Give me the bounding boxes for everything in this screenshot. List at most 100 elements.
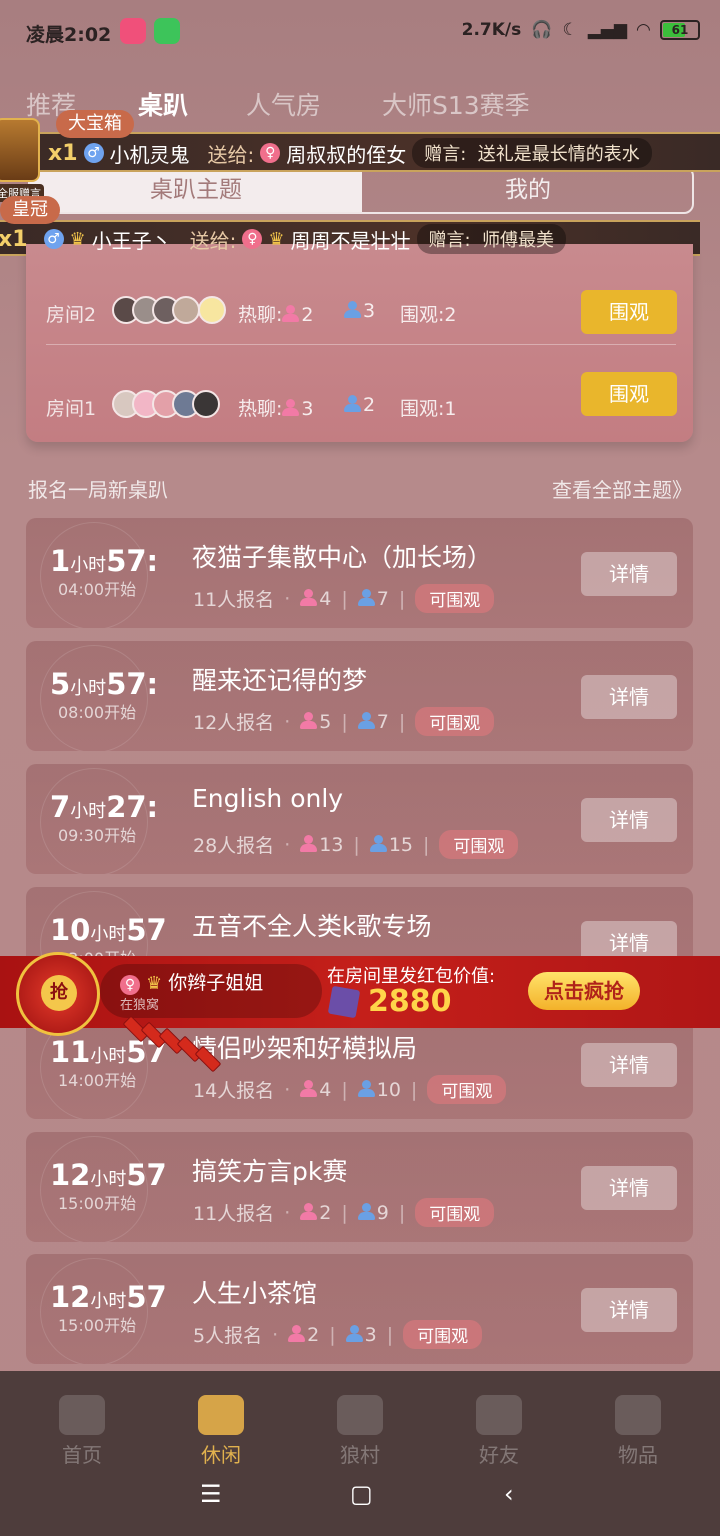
countdown: 12小时57 [50,1280,167,1314]
red-envelope-icon[interactable]: 抢 [16,952,100,1036]
event-meta: 5人报名 · 2 | 3 | 可围观 [193,1320,483,1349]
event-title: 情侣吵架和好模拟局 [192,1034,418,1063]
male-count: 2 [344,394,375,416]
moon-icon: ☾ [562,20,578,40]
menu-icon[interactable]: ☰ [200,1480,222,1508]
red-envelope-banner[interactable]: 抢 ♀ ♛ 你辫子姐姐 在狼窝 在房间里发红包价值: 2880 点击疯抢 [0,952,720,1036]
details-button[interactable]: 详情 [581,798,677,842]
female-user-icon [300,711,318,730]
receiver-name: 周叔叔的侄女 [286,142,407,167]
countdown: 12小时57 [50,1158,167,1192]
back-icon[interactable]: ‹ [504,1480,514,1508]
signup-count: 11人报名 [193,589,275,611]
gift-name-badge-2: 皇冠 [0,196,60,224]
signal-icon: ▂▄▆ [587,20,627,40]
gift-count-2: x1 [0,226,28,252]
spectate-tag: 可围观 [415,707,495,736]
items-icon [615,1395,661,1435]
start-time: 15:00开始 [58,1316,137,1335]
female-user-icon [300,588,318,607]
sender-name-2: 小王子丶 [91,228,172,253]
male-user-icon [357,1079,375,1098]
room-row: 房间1 热聊: 3 2 围观:1 围观 [26,350,693,430]
room-name: 房间2 [46,304,97,326]
countdown: 1小时57: [50,544,159,578]
start-time: 09:30开始 [58,826,137,845]
female-user-icon [300,1079,318,1098]
red-envelope-amount: 2880 [368,984,452,1019]
event-meta: 11人报名 · 2 | 9 | 可围观 [193,1198,495,1227]
details-button[interactable]: 详情 [581,552,677,596]
room-row: 房间2 热聊: 2 3 围观:2 围观 [26,256,693,336]
male-user-icon [357,588,375,607]
watch-button[interactable]: 围观 [581,290,677,334]
send-label: 送给: [207,142,255,167]
gem-icon [327,985,361,1019]
tab-table-party[interactable]: 桌趴 [138,86,188,122]
signup-count: 5人报名 [193,1325,263,1347]
home-icon [59,1395,105,1435]
male-user-icon [357,711,375,730]
village-icon [337,1395,383,1435]
sender-location: 在狼窝 [120,998,160,1013]
event-card[interactable]: 12小时57 15:00开始 搞笑方言pk赛 11人报名 · 2 | 9 | 可围观 … [26,1132,693,1242]
event-title: English only [192,784,344,813]
male-icon: ♂ [43,229,64,249]
friends-icon [476,1395,522,1435]
male-count: 3 [344,300,375,322]
event-card[interactable]: 1小时57: 04:00开始 夜猫子集散中心（加长场） 11人报名 · 4 | 7 |… [26,518,693,628]
female-user-icon [300,1202,318,1221]
male-user-icon [344,395,361,413]
start-time: 15:00开始 [58,1194,137,1213]
event-meta: 12人报名 · 5 | 7 | 可围观 [193,707,495,736]
crown-icon: ♛ [69,228,86,250]
event-card[interactable]: 5小时57: 08:00开始 醒来还记得的梦 12人报名 · 5 | 7 | 可围观 … [26,641,693,751]
details-button[interactable]: 详情 [581,1166,677,1210]
section-title: 报名一局新桌趴 [28,478,168,502]
firecracker-icon [120,1015,222,1076]
crown-icon: ♛ [146,973,163,994]
female-user-icon [300,834,318,853]
grab-button[interactable]: 点击疯抢 [528,972,640,1010]
status-bar: 凌晨2:02 2.7K/s 🎧 ☾ ▂▄▆ ◠ 61 [0,0,720,64]
event-title: 醒来还记得的梦 [192,666,368,695]
spectate-tag: 可围观 [415,1198,495,1227]
network-speed: 2.7K/s [461,20,522,40]
details-button[interactable]: 详情 [581,1288,677,1332]
female-user-icon [288,1324,306,1343]
details-button[interactable]: 详情 [581,675,677,719]
home-button-icon[interactable]: ▢ [350,1480,373,1508]
signup-count: 11人报名 [193,1203,275,1225]
male-user-icon [357,1202,375,1221]
countdown: 10小时57 [50,913,167,947]
countdown: 7小时27: [50,790,159,824]
view-all-themes-link[interactable]: 查看全部主题》 [552,474,692,503]
countdown: 5小时57: [50,667,159,701]
spectate-tag: 可围观 [427,1075,507,1104]
gift-count: x1 [48,140,78,166]
receiver-name-2: 周周不是壮壮 [290,228,411,253]
tab-mine[interactable]: 我的 [362,168,692,212]
details-button[interactable]: 详情 [581,1043,677,1087]
spectate-tag: 可围观 [439,830,519,859]
tab-master-season[interactable]: 大师S13赛季 [382,86,530,122]
battery-icon: 61 [660,20,700,40]
hot-chat-stat: 热聊: 2 [238,304,314,326]
spectate-tag: 可围观 [415,584,495,613]
cup-icon [198,1395,244,1435]
treasure-chest-icon [0,118,40,182]
watch-count: 围观:2 [400,304,457,326]
event-title: 五音不全人类k歌专场 [192,912,432,941]
event-card[interactable]: 12小时57 15:00开始 人生小茶馆 5人报名 · 2 | 3 | 可围观 详情 [26,1254,693,1364]
grab-icon: 抢 [41,975,77,1011]
room-name: 房间1 [46,398,97,420]
headphones-icon: 🎧 [531,20,553,40]
event-card[interactable]: 7小时27: 09:30开始 English only 28人报名 · 13 | 1… [26,764,693,874]
tab-themes[interactable]: 桌趴主题 [30,168,362,212]
sender-name: ♀ ♛ 你辫子姐姐 [120,968,263,995]
event-title: 人生小茶馆 [192,1279,318,1308]
clock: 凌晨2:02 [26,24,112,46]
tab-popular-rooms[interactable]: 人气房 [246,86,321,122]
male-icon: ♂ [83,143,104,163]
watch-button[interactable]: 围观 [581,372,677,416]
